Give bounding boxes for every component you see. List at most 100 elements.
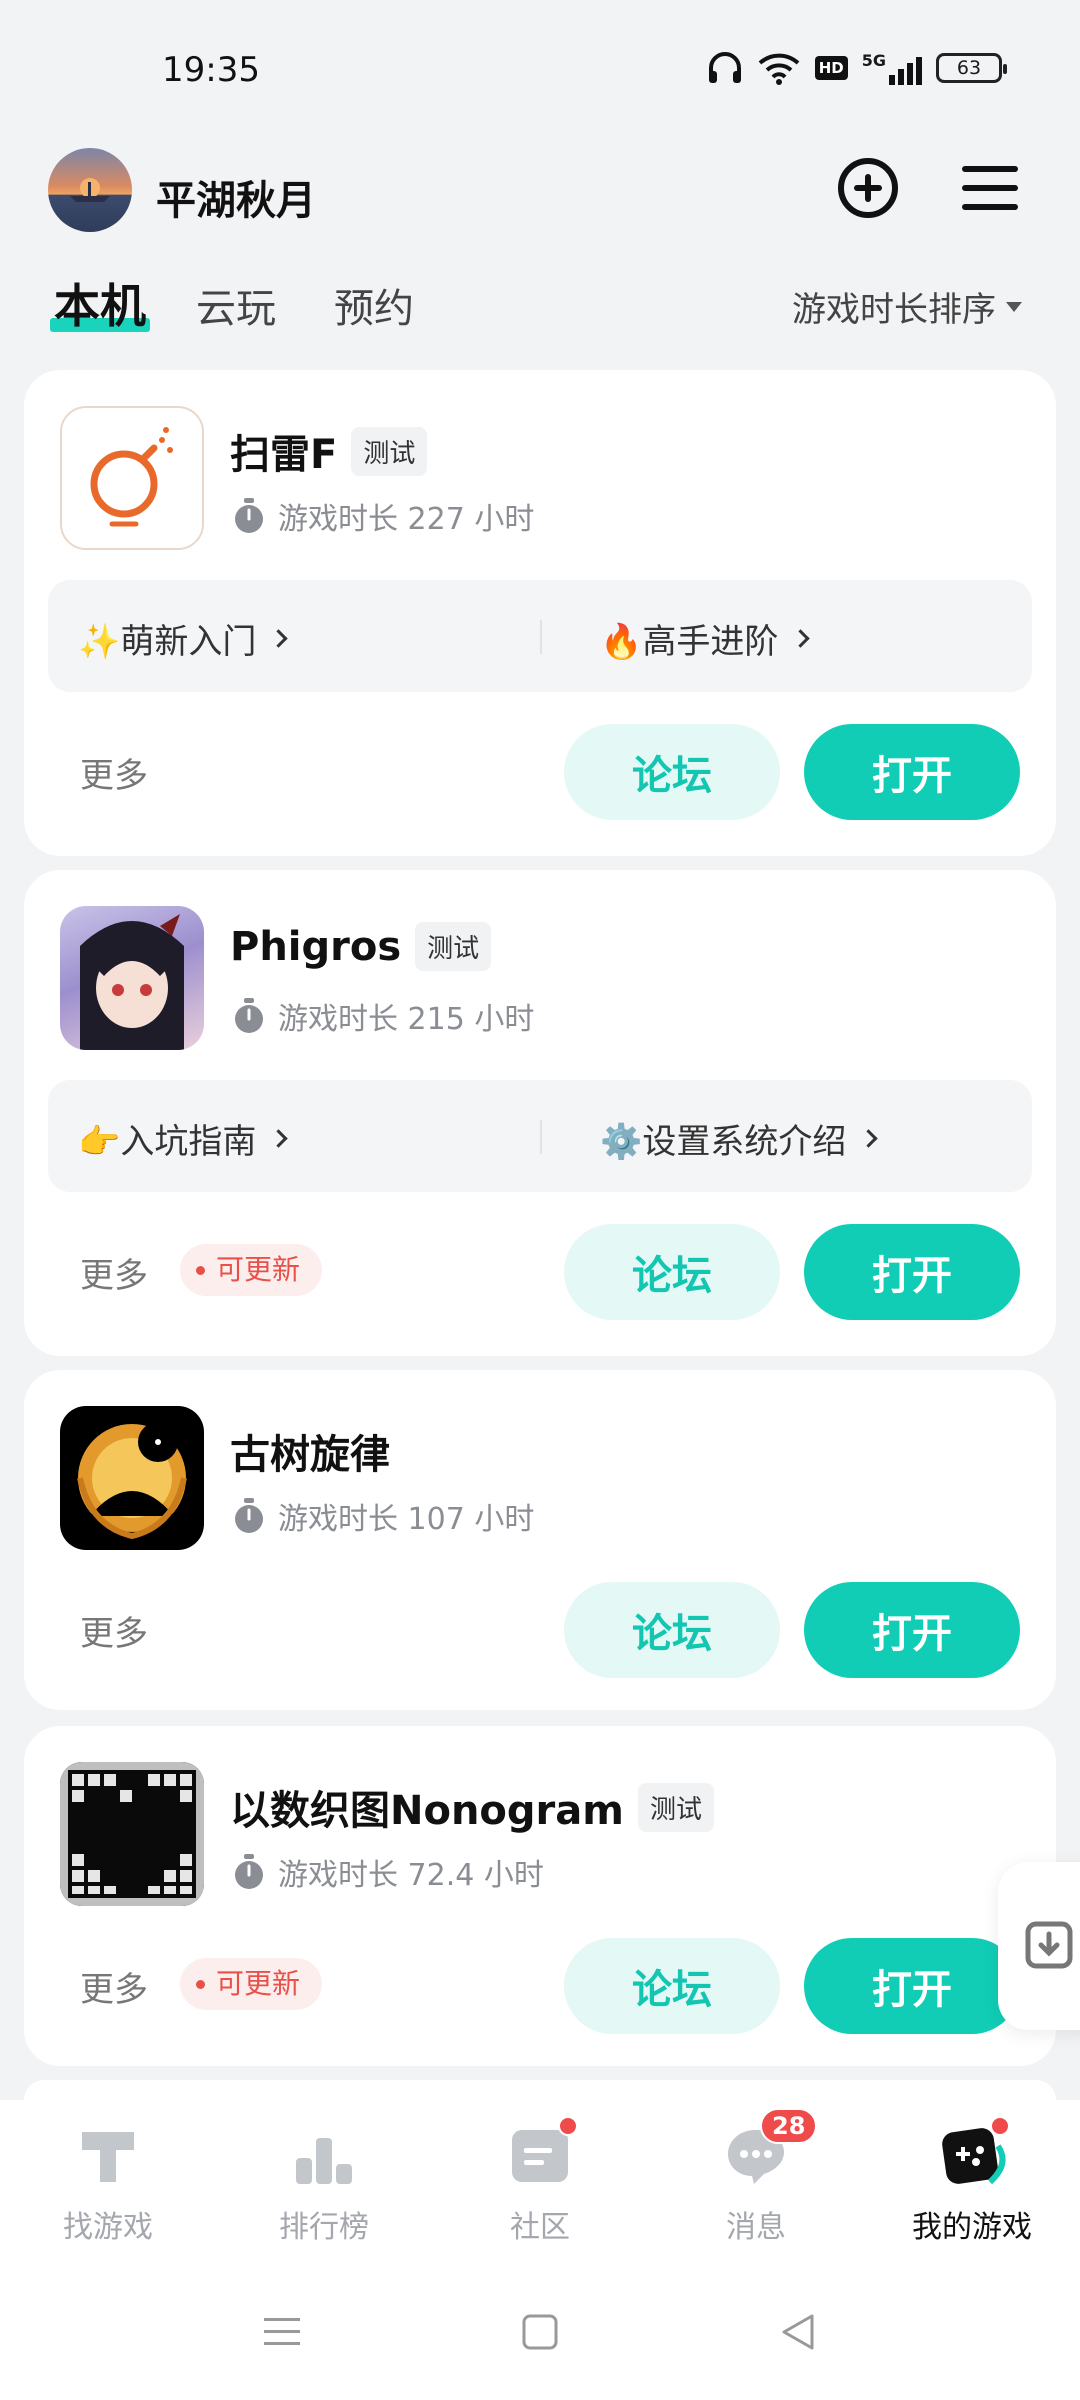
- ranking-icon: [292, 2124, 356, 2188]
- tab-local[interactable]: 本机: [50, 270, 150, 336]
- network-type: 5G: [861, 51, 886, 70]
- chevron-right-icon: [859, 1129, 879, 1148]
- guide-bar: 👉入坑指南 ⚙️设置系统介绍: [48, 1080, 1032, 1192]
- more-link[interactable]: 更多: [80, 748, 148, 797]
- recent-apps-icon[interactable]: [262, 2312, 302, 2352]
- game-icon-deemo[interactable]: [60, 1406, 204, 1550]
- divider: [540, 1120, 542, 1154]
- anime-character-image: [80, 914, 184, 1050]
- more-link[interactable]: 更多: [80, 1962, 148, 2011]
- download-float-button[interactable]: [998, 1862, 1080, 2030]
- playtime: 游戏时长 107 小时: [232, 1494, 534, 1538]
- game-icon-phigros[interactable]: [60, 906, 204, 1050]
- my-games-icon: [940, 2116, 1010, 2188]
- home-icon[interactable]: [520, 2312, 560, 2352]
- bottom-nav: 找游戏 排行榜 社区 28 消息 我的游戏: [0, 2100, 1080, 2270]
- forum-button[interactable]: 论坛: [564, 1224, 780, 1320]
- guide-link-beginner[interactable]: ✨萌新入门: [78, 614, 289, 663]
- pixel-heart-image: [60, 1762, 204, 1906]
- game-card: 扫雷F 测试 游戏时长 227 小时 ✨萌新入门 🔥高手进阶 更多 论坛 打开: [24, 370, 1056, 856]
- nav-label: 消息: [726, 2210, 786, 2245]
- forum-button[interactable]: 论坛: [564, 1582, 780, 1678]
- playtime-text: 游戏时长 227 小时: [278, 502, 535, 537]
- chevron-right-icon: [791, 629, 811, 648]
- system-nav-bar: [0, 2270, 1080, 2400]
- nav-ranking[interactable]: 排行榜: [234, 2124, 414, 2246]
- status-bar: 19:35 HD 5G 63: [0, 0, 1080, 140]
- chevron-right-icon: [269, 629, 289, 648]
- forum-button[interactable]: 论坛: [564, 724, 780, 820]
- nav-my-games[interactable]: 我的游戏: [882, 2116, 1062, 2246]
- wifi-icon: [758, 53, 800, 85]
- download-icon: [1025, 1921, 1073, 1969]
- timer-icon: [235, 1498, 263, 1533]
- game-title: Phigros 测试: [230, 922, 492, 971]
- avatar[interactable]: [48, 148, 132, 232]
- playtime: 游戏时长 215 小时: [232, 994, 534, 1038]
- test-tag: 测试: [351, 426, 428, 476]
- open-button[interactable]: 打开: [804, 1224, 1020, 1320]
- guide-link-settings[interactable]: ⚙️设置系统介绍: [600, 1114, 879, 1163]
- game-icon-minesweeper[interactable]: [60, 406, 204, 550]
- playtime: 游戏时长 227 小时: [232, 494, 534, 538]
- menu-icon: [962, 166, 1018, 210]
- game-title: 古树旋律: [230, 1422, 390, 1480]
- guide-label: 🔥高手进阶: [600, 622, 779, 662]
- battery-level: 63: [956, 57, 982, 79]
- status-time: 19:35: [162, 50, 260, 90]
- guide-label: 👉入坑指南: [78, 1122, 257, 1162]
- guide-label: ✨萌新入门: [78, 622, 257, 662]
- game-icon-nonogram[interactable]: [60, 1762, 204, 1906]
- guide-link-advanced[interactable]: 🔥高手进阶: [600, 614, 811, 663]
- test-tag: 测试: [637, 1782, 714, 1832]
- username[interactable]: 平湖秋月: [156, 168, 316, 226]
- nav-find-game[interactable]: 找游戏: [18, 2124, 198, 2246]
- open-button[interactable]: 打开: [804, 1938, 1020, 2034]
- find-game-icon: [76, 2124, 140, 2188]
- forum-button[interactable]: 论坛: [564, 1938, 780, 2034]
- playtime-text: 游戏时长 72.4 小时: [278, 1858, 544, 1893]
- update-badge[interactable]: 可更新: [180, 1244, 323, 1296]
- open-button[interactable]: 打开: [804, 724, 1020, 820]
- tab-cloud[interactable]: 云玩: [196, 276, 276, 334]
- game-card: Phigros 测试 游戏时长 215 小时 👉入坑指南 ⚙️设置系统介绍 更多…: [24, 870, 1056, 1356]
- bomb-icon: [90, 427, 173, 527]
- playtime-text: 游戏时长 215 小时: [278, 1002, 535, 1037]
- more-link[interactable]: 更多: [80, 1606, 148, 1655]
- message-icon: 28: [724, 2108, 818, 2188]
- game-name: 古树旋律: [230, 1432, 390, 1478]
- message-count-badge: 28: [760, 2108, 818, 2144]
- hd-badge: HD: [814, 56, 848, 80]
- nav-label: 我的游戏: [912, 2210, 1032, 2245]
- sort-dropdown[interactable]: 游戏时长排序: [792, 282, 1022, 331]
- divider: [540, 620, 542, 654]
- more-link[interactable]: 更多: [80, 1248, 148, 1297]
- header: 平湖秋月: [0, 140, 1080, 240]
- notification-dot: [990, 2116, 1010, 2136]
- nav-messages[interactable]: 28 消息: [666, 2108, 846, 2246]
- game-title: 以数织图Nonogram 测试: [230, 1778, 714, 1836]
- guide-link-intro[interactable]: 👉入坑指南: [78, 1114, 289, 1163]
- nav-community[interactable]: 社区: [450, 2116, 630, 2246]
- playtime: 游戏时长 72.4 小时: [232, 1850, 544, 1894]
- network-signal-icon: 5G: [862, 51, 922, 85]
- nav-label: 找游戏: [63, 2210, 153, 2245]
- headphones-icon: [708, 52, 741, 83]
- guide-bar: ✨萌新入门 🔥高手进阶: [48, 580, 1032, 692]
- timer-icon: [235, 998, 263, 1033]
- game-name: Phigros: [230, 923, 402, 970]
- test-tag: 测试: [415, 922, 492, 971]
- open-button[interactable]: 打开: [804, 1582, 1020, 1678]
- community-icon: [508, 2116, 578, 2188]
- menu-button[interactable]: [952, 150, 1028, 226]
- tabs: 本机 云玩 预约 游戏时长排序: [0, 268, 1080, 338]
- update-badge[interactable]: 可更新: [180, 1958, 323, 2010]
- timer-icon: [235, 498, 263, 533]
- add-button[interactable]: [830, 150, 906, 226]
- nav-label: 社区: [510, 2210, 570, 2245]
- tab-reserve[interactable]: 预约: [334, 276, 414, 334]
- guide-label: ⚙️设置系统介绍: [600, 1122, 847, 1162]
- back-icon[interactable]: [778, 2312, 818, 2352]
- game-name: 以数织图Nonogram: [230, 1788, 624, 1834]
- timer-icon: [235, 1854, 263, 1889]
